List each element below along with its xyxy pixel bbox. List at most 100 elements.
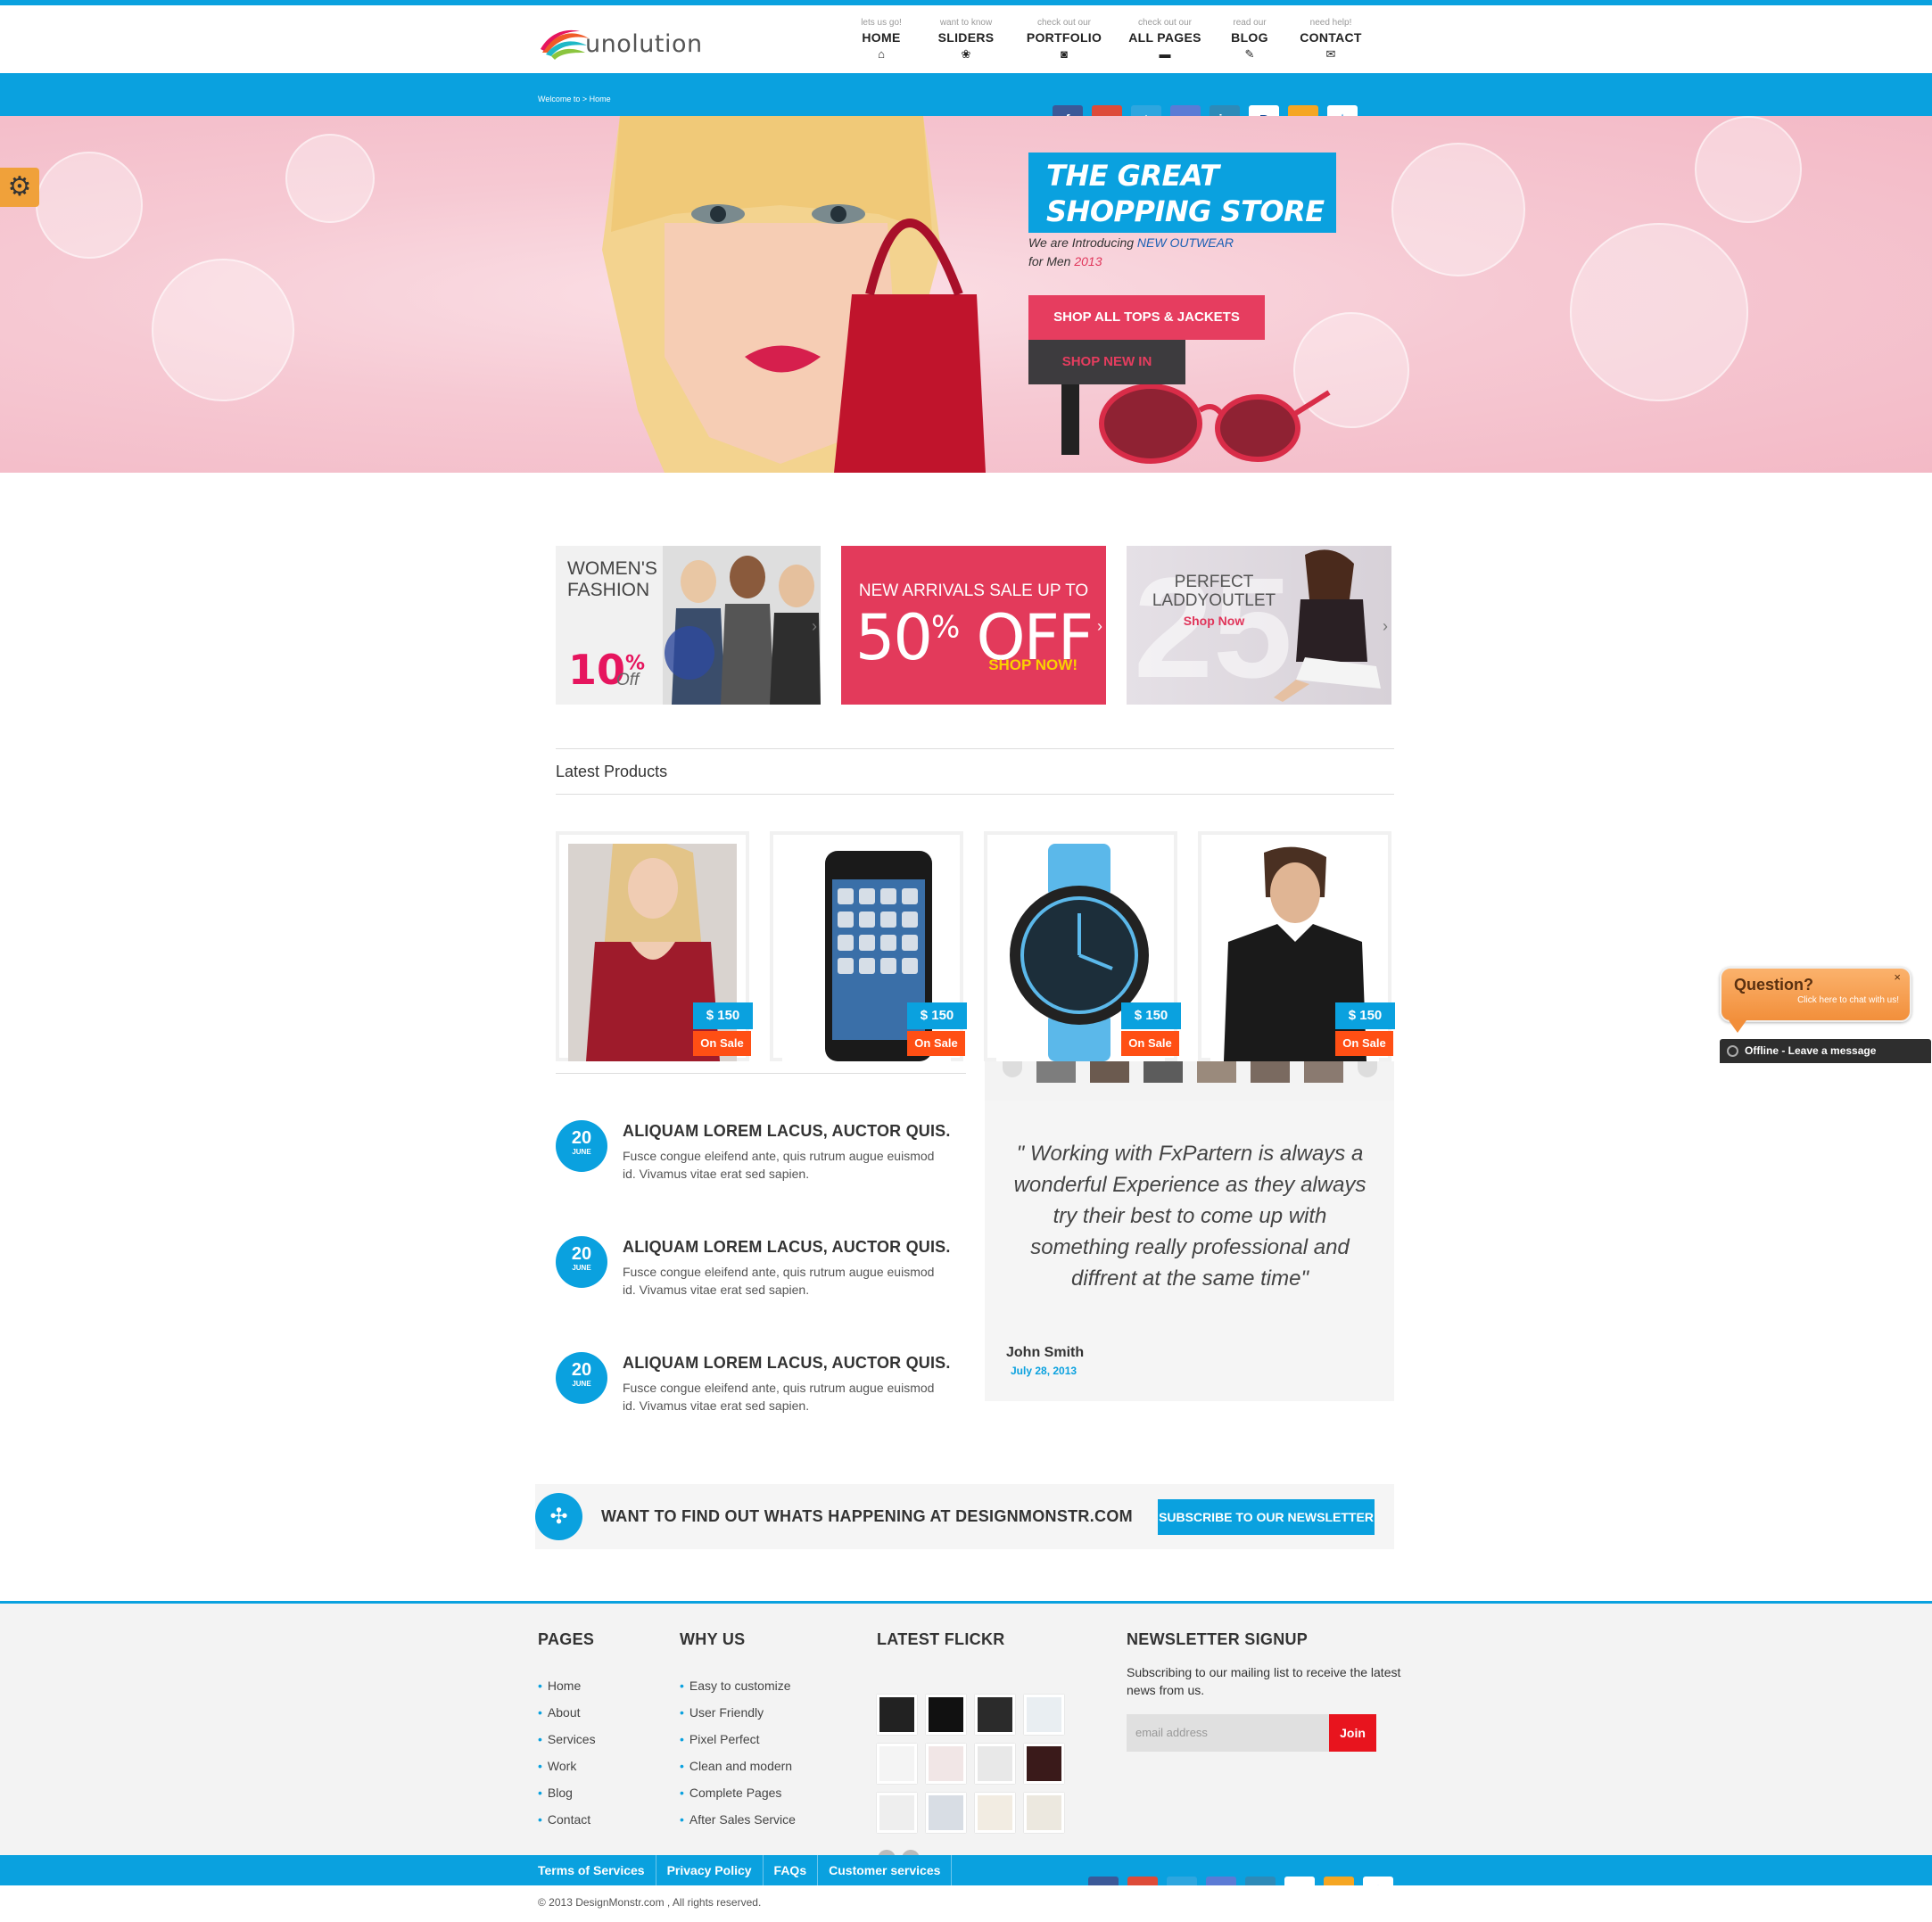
- promo3-shop-now[interactable]: Shop Now: [1152, 614, 1276, 628]
- customer-services-link[interactable]: Customer services: [829, 1855, 953, 1885]
- testimonial-thumb[interactable]: [1197, 1061, 1236, 1083]
- flickr-thumb[interactable]: [926, 1695, 966, 1735]
- testimonial-thumb[interactable]: [1036, 1061, 1076, 1083]
- footer-link[interactable]: Work: [538, 1753, 596, 1779]
- dropbox-icon[interactable]: ✦: [1327, 105, 1358, 116]
- flickr-thumb[interactable]: [975, 1695, 1015, 1735]
- hero-title-box: THE GREAT SHOPPING STORE: [1028, 153, 1336, 233]
- gear-icon[interactable]: ⚙: [0, 168, 39, 207]
- subscribe-newsletter-button[interactable]: SUBSCRIBE TO OUR NEWSLETTER: [1158, 1499, 1375, 1535]
- twitter-icon[interactable]: t: [1131, 105, 1161, 116]
- footer-feature[interactable]: Clean and modern: [680, 1753, 796, 1779]
- footer-link[interactable]: Contact: [538, 1806, 596, 1833]
- googleplus-icon[interactable]: g+: [1092, 105, 1122, 116]
- nav-portfolio[interactable]: check out our PORTFOLIO ◙: [1011, 18, 1118, 62]
- googleplus-icon[interactable]: g+: [1127, 1877, 1158, 1885]
- paypal-icon[interactable]: P: [1249, 105, 1279, 116]
- google-icon[interactable]: g: [1170, 105, 1201, 116]
- product-card[interactable]: $ 150 On Sale: [1198, 831, 1395, 1061]
- footer-feature[interactable]: After Sales Service: [680, 1806, 796, 1833]
- footer-feature[interactable]: Complete Pages: [680, 1779, 796, 1806]
- chat-offline-bar[interactable]: Offline - Leave a message: [1720, 1039, 1931, 1063]
- flickr-thumb[interactable]: [926, 1744, 966, 1784]
- newsletter-description: Subscribing to our mailing list to recei…: [1127, 1665, 1401, 1697]
- footer-link[interactable]: About: [538, 1699, 596, 1726]
- nav-contact[interactable]: need help! CONTACT ✉: [1277, 18, 1384, 62]
- news-title[interactable]: ALIQUAM LOREM LACUS, AUCTOR QUIS.: [623, 1122, 951, 1141]
- bokeh-decoration: [1570, 223, 1748, 401]
- news-body: Fusce congue eleifend ante, quis rutrum …: [623, 1149, 935, 1181]
- news-item[interactable]: 20 JUNE ALIQUAM LOREM LACUS, AUCTOR QUIS…: [556, 1120, 966, 1200]
- news-item[interactable]: 20 JUNE ALIQUAM LOREM LACUS, AUCTOR QUIS…: [556, 1236, 966, 1316]
- cta-text: WANT TO FIND OUT WHATS HAPPENING AT DESI…: [601, 1507, 1133, 1525]
- news-body: Fusce congue eleifend ante, quis rutrum …: [623, 1265, 935, 1297]
- facebook-icon[interactable]: f: [1088, 1877, 1119, 1885]
- promo-womens-fashion[interactable]: WOMEN'S FASHION 10% Off ›: [556, 546, 821, 705]
- paypal-icon[interactable]: P: [1284, 1877, 1315, 1885]
- date-day: 20: [571, 1360, 592, 1380]
- shop-new-in-button[interactable]: SHOP NEW IN: [1028, 340, 1185, 384]
- flickr-thumb[interactable]: [1024, 1744, 1064, 1784]
- linkedin-icon[interactable]: in: [1245, 1877, 1276, 1885]
- testimonial-thumb[interactable]: [1090, 1061, 1129, 1083]
- terms-link[interactable]: Terms of Services: [538, 1855, 656, 1885]
- chat-question-bubble[interactable]: Question? Click here to chat with us! ×: [1720, 967, 1911, 1022]
- footer-newsletter-title: NEWSLETTER SIGNUP: [1127, 1630, 1309, 1648]
- chat-bubble-tail: [1729, 1020, 1746, 1033]
- testimonial-box: " Working with FxPartern is always a won…: [985, 1101, 1394, 1401]
- flickr-thumb[interactable]: [877, 1695, 917, 1735]
- news-title[interactable]: ALIQUAM LOREM LACUS, AUCTOR QUIS.: [623, 1238, 951, 1257]
- news-title[interactable]: ALIQUAM LOREM LACUS, AUCTOR QUIS.: [623, 1354, 951, 1373]
- privacy-link[interactable]: Privacy Policy: [667, 1855, 764, 1885]
- flickr-thumb[interactable]: [877, 1744, 917, 1784]
- flickr-thumb[interactable]: [877, 1793, 917, 1833]
- promo-laddyoutlet[interactable]: 25 PERFECT LADDYOUTLET Shop Now ›: [1127, 546, 1391, 705]
- news-item[interactable]: 20 JUNE ALIQUAM LOREM LACUS, AUCTOR QUIS…: [556, 1352, 966, 1432]
- nav-sliders[interactable]: want to know SLIDERS ❀: [912, 18, 1020, 62]
- chevron-right-icon[interactable]: ›: [1097, 617, 1102, 636]
- promo2-shop-now[interactable]: SHOP NOW!: [988, 656, 1077, 674]
- footer-link[interactable]: Home: [538, 1672, 596, 1699]
- footer-link[interactable]: Services: [538, 1726, 596, 1753]
- footer-feature[interactable]: Pixel Perfect: [680, 1726, 796, 1753]
- product-card[interactable]: $ 150 On Sale: [770, 831, 967, 1061]
- legal-links: Terms of Services Privacy Policy FAQs Cu…: [538, 1855, 962, 1885]
- amazon-icon[interactable]: a: [1288, 105, 1318, 116]
- breadcrumb[interactable]: Welcome to > Home: [538, 95, 611, 103]
- product-card[interactable]: $ 150 On Sale: [984, 831, 1181, 1061]
- chevron-right-icon[interactable]: ›: [812, 617, 817, 636]
- date-month: JUNE: [572, 1380, 591, 1388]
- bokeh-decoration: [285, 134, 375, 223]
- promo-new-arrivals[interactable]: NEW ARRIVALS SALE UP TO 50% OFF SHOP NOW…: [841, 546, 1106, 705]
- flickr-thumb[interactable]: [1024, 1793, 1064, 1833]
- testimonial-thumb[interactable]: [1251, 1061, 1290, 1083]
- testimonial-thumb[interactable]: [1144, 1061, 1183, 1083]
- site-logo[interactable]: unolution: [539, 23, 703, 64]
- google-icon[interactable]: g: [1206, 1877, 1236, 1885]
- shop-all-tops-button[interactable]: SHOP ALL TOPS & JACKETS: [1028, 295, 1265, 340]
- chevron-right-icon[interactable]: ›: [1383, 617, 1388, 636]
- chevron-left-icon[interactable]: [1003, 1061, 1022, 1077]
- flickr-thumb[interactable]: [1024, 1695, 1064, 1735]
- linkedin-icon[interactable]: in: [1210, 105, 1240, 116]
- product-card[interactable]: $ 150 On Sale: [556, 831, 753, 1061]
- twitter-icon[interactable]: t: [1167, 1877, 1197, 1885]
- latest-products-title: Latest Products: [556, 763, 668, 780]
- footer-feature[interactable]: User Friendly: [680, 1699, 796, 1726]
- amazon-icon[interactable]: a: [1324, 1877, 1354, 1885]
- flickr-thumb[interactable]: [975, 1793, 1015, 1833]
- power-icon: [1727, 1045, 1738, 1057]
- dropbox-icon[interactable]: ✦: [1363, 1877, 1393, 1885]
- testimonial-thumb[interactable]: [1304, 1061, 1343, 1083]
- footer-feature[interactable]: Easy to customize: [680, 1672, 796, 1699]
- facebook-icon[interactable]: f: [1053, 105, 1083, 116]
- price-tag: $ 150: [1335, 1002, 1395, 1029]
- close-icon[interactable]: ×: [1894, 970, 1901, 984]
- footer-link[interactable]: Blog: [538, 1779, 596, 1806]
- join-button[interactable]: Join: [1329, 1714, 1376, 1752]
- faqs-link[interactable]: FAQs: [774, 1855, 819, 1885]
- chevron-right-icon[interactable]: [1358, 1061, 1377, 1077]
- flickr-thumb[interactable]: [975, 1744, 1015, 1784]
- flickr-thumb[interactable]: [926, 1793, 966, 1833]
- email-field[interactable]: email address: [1127, 1714, 1332, 1752]
